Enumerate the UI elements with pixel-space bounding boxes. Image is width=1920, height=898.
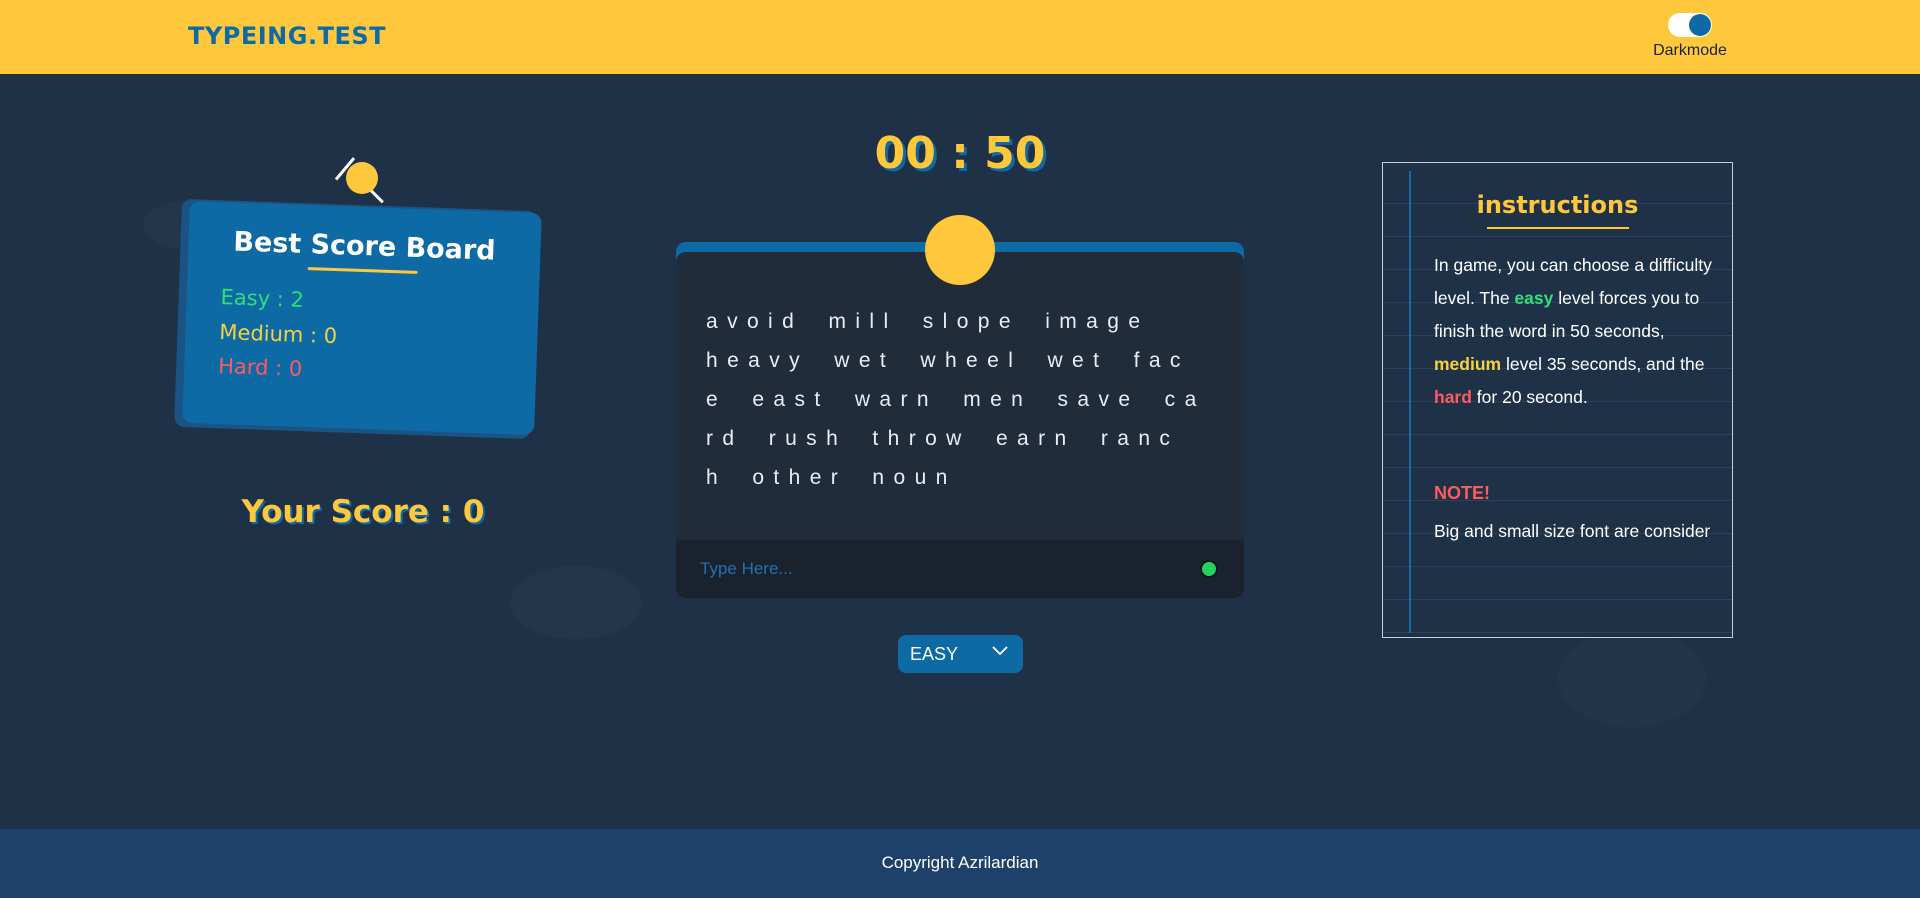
toggle-knob xyxy=(1689,14,1711,36)
difficulty-select[interactable]: EASY xyxy=(898,635,1023,673)
footer: Copyright Azrilardian xyxy=(0,829,1920,898)
board-title: Best Score Board xyxy=(232,226,497,267)
status-dot xyxy=(1200,560,1218,578)
hanger-pin xyxy=(346,162,378,194)
notebook-margin-line xyxy=(1409,171,1411,633)
typing-input[interactable] xyxy=(700,556,1140,582)
logo[interactable]: TYPEING.TEST xyxy=(188,22,386,50)
board-title-underline xyxy=(307,267,418,274)
note-title: NOTE! xyxy=(1434,483,1490,503)
instr-medium-highlight: medium xyxy=(1434,354,1502,374)
instr-text-part: for 20 second. xyxy=(1471,387,1588,407)
copyright-text: Copyright Azrilardian xyxy=(881,853,1039,872)
difficulty-selected: EASY xyxy=(910,644,959,664)
word-box-pin xyxy=(925,215,995,285)
instr-easy-highlight: easy xyxy=(1514,288,1554,308)
your-score: Your Score : 0 xyxy=(241,494,485,530)
instructions-title: instructions xyxy=(1476,191,1639,219)
header: TYPEING.TEST Darkmode xyxy=(0,0,1920,74)
best-score-hard: Hard : 0 xyxy=(217,354,303,381)
chevron-down-icon xyxy=(992,646,1008,656)
instructions-title-underline xyxy=(1487,227,1629,229)
best-score-medium: Medium : 0 xyxy=(219,320,338,349)
instructions-text: In game, you can choose a difficulty lev… xyxy=(1434,249,1714,414)
word-list: avoid mill slope image heavy wet wheel w… xyxy=(706,310,1206,489)
instr-hard-highlight: hard xyxy=(1434,387,1472,407)
countdown-timer: 00 : 50 xyxy=(874,128,1046,179)
input-bar xyxy=(676,540,1244,598)
best-score-easy: Easy : 2 xyxy=(220,285,305,312)
best-score-board: Best Score Board Easy : 2 Medium : 0 Har… xyxy=(182,200,542,436)
note-body: Big and small size font are consider xyxy=(1434,521,1711,541)
darkmode-toggle[interactable] xyxy=(1668,13,1712,37)
instr-text-part: level 35 seconds, and the xyxy=(1501,354,1705,374)
instructions-panel: instructions In game, you can choose a d… xyxy=(1382,162,1733,638)
darkmode-label: Darkmode xyxy=(1653,42,1727,59)
